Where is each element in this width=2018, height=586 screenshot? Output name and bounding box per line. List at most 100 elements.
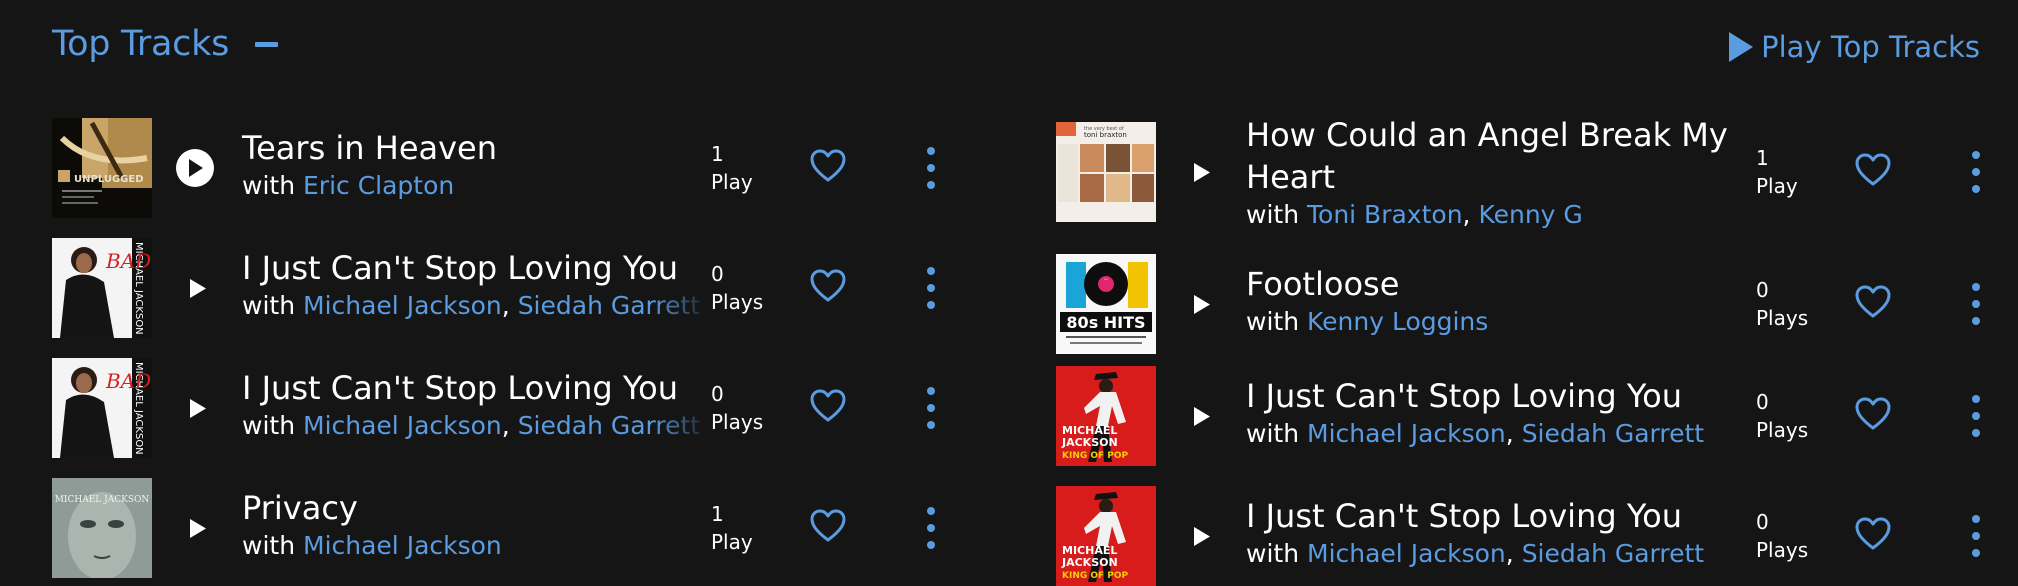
more-options-button[interactable]	[1971, 282, 1981, 330]
artist-link[interactable]: Michael Jackson	[303, 411, 502, 440]
more-options-button[interactable]	[1971, 150, 1981, 198]
like-button[interactable]	[810, 269, 846, 307]
album-art[interactable]: MICHAEL JACKSON KING OF POP	[1056, 366, 1156, 466]
track-title[interactable]: Privacy	[242, 487, 712, 529]
more-vertical-icon	[927, 267, 935, 309]
track-row[interactable]: MICHAEL JACKSON Privacy with Michael Jack…	[52, 478, 1002, 578]
artist-link[interactable]: Michael Jackson	[303, 291, 502, 320]
album-art[interactable]: 101 80s HITS	[1056, 254, 1156, 354]
play-top-tracks-button[interactable]: Play Top Tracks	[1729, 30, 1980, 64]
track-title[interactable]: Footloose	[1246, 263, 1488, 305]
track-info: Tears in Heaven with Eric Clapton	[242, 127, 712, 203]
album-art[interactable]: MICHAEL JACKSON BAD	[52, 358, 152, 458]
more-options-button[interactable]	[926, 146, 936, 194]
track-play-button[interactable]	[190, 519, 206, 542]
with-label: with	[1246, 539, 1300, 568]
play-icon	[176, 149, 214, 187]
track-info: I Just Can't Stop Loving You with Michael…	[242, 247, 712, 323]
more-vertical-icon	[1972, 283, 1980, 325]
track-play-button[interactable]	[1194, 407, 1210, 430]
play-count: 1 Play	[711, 500, 753, 556]
track-title[interactable]: I Just Can't Stop Loving You	[1246, 495, 1704, 537]
artist-separator: ,	[501, 291, 518, 320]
like-button[interactable]	[810, 389, 846, 427]
more-options-button[interactable]	[1971, 514, 1981, 562]
with-label: with	[1246, 200, 1300, 229]
album-art[interactable]: the very best of toni braxton	[1056, 122, 1156, 222]
heart-icon	[1855, 517, 1891, 550]
track-title[interactable]: Tears in Heaven	[242, 127, 712, 169]
play-count-label: Plays	[1756, 306, 1809, 330]
artist-separator: ,	[1505, 419, 1522, 448]
like-button[interactable]	[1855, 153, 1891, 191]
track-title[interactable]: I Just Can't Stop Loving You	[1246, 375, 1704, 417]
with-label: with	[242, 531, 296, 560]
track-play-button[interactable]	[190, 279, 206, 302]
track-artists: with Kenny Loggins	[1246, 305, 1488, 339]
track-title[interactable]: How Could an Angel Break My Heart	[1246, 114, 1746, 198]
track-row[interactable]: MICHAEL JACKSON BAD I Just Can't Stop Lo…	[52, 358, 1002, 458]
play-count-label: Plays	[711, 290, 764, 314]
more-vertical-icon	[927, 387, 935, 429]
artist-link[interactable]: Siedah Garrett	[1522, 419, 1704, 448]
svg-text:MICHAEL JACKSON: MICHAEL JACKSON	[55, 495, 150, 505]
collapse-icon[interactable]	[255, 41, 279, 47]
artist-link[interactable]: Toni Braxton	[1307, 200, 1463, 229]
like-button[interactable]	[1855, 285, 1891, 323]
svg-text:BAD: BAD	[105, 369, 151, 393]
play-count-value: 0	[711, 382, 724, 406]
track-artists: with Michael Jackson, Siedah Garrett	[242, 289, 712, 323]
track-play-button[interactable]	[1194, 163, 1210, 186]
track-info: I Just Can't Stop Loving You with Michael…	[1246, 495, 1704, 571]
album-art[interactable]: MICHAEL JACKSON	[52, 478, 152, 578]
play-count-value: 1	[711, 502, 724, 526]
heart-icon	[810, 509, 846, 542]
artist-link[interactable]: Michael Jackson	[303, 531, 502, 560]
track-title[interactable]: I Just Can't Stop Loving You	[242, 247, 712, 289]
top-tracks-header: Top Tracks	[52, 24, 279, 64]
play-count: 0 Plays	[1756, 508, 1808, 564]
track-row[interactable]: 101 80s HITS Footloose with Kenny Loggins…	[1056, 254, 2006, 354]
track-play-button[interactable]	[1194, 295, 1210, 318]
album-art[interactable]: UNPLUGGED	[52, 118, 152, 218]
track-play-button[interactable]	[190, 399, 206, 422]
play-icon	[190, 399, 206, 418]
track-artists: with Michael Jackson, Siedah Garrett	[1246, 537, 1704, 571]
play-icon	[1729, 32, 1754, 62]
track-row[interactable]: MICHAEL JACKSON BAD I Just Can't Stop Lo…	[52, 238, 1002, 338]
like-button[interactable]	[1855, 517, 1891, 555]
track-row[interactable]: the very best of toni braxton How Could …	[1056, 116, 2006, 229]
track-info: I Just Can't Stop Loving You with Michael…	[1246, 375, 1704, 451]
track-play-button[interactable]	[176, 149, 214, 187]
play-icon	[1194, 163, 1210, 182]
play-count-value: 0	[1756, 390, 1769, 414]
more-options-button[interactable]	[1971, 394, 1981, 442]
like-button[interactable]	[810, 509, 846, 547]
like-button[interactable]	[1855, 397, 1891, 435]
heart-icon	[1855, 153, 1891, 186]
track-artists: with Michael Jackson, Siedah Garrett	[1246, 417, 1704, 451]
track-play-button[interactable]	[1194, 527, 1210, 550]
track-artists: with Michael Jackson, Siedah Garrett	[242, 409, 712, 443]
play-count: 0 Plays	[711, 260, 763, 316]
track-row[interactable]: UNPLUGGED Tears in Heaven with Eric Clapt…	[52, 118, 1002, 218]
like-button[interactable]	[810, 149, 846, 187]
more-options-button[interactable]	[926, 506, 936, 554]
artist-link[interactable]: Siedah Garrett	[1522, 539, 1704, 568]
svg-text:JACKSON: JACKSON	[1061, 556, 1118, 569]
section-title: Top Tracks	[52, 24, 230, 64]
track-row[interactable]: MICHAEL JACKSON KING OF POP I Just Can't…	[1056, 486, 2006, 586]
artist-link[interactable]: Michael Jackson	[1307, 539, 1506, 568]
track-row[interactable]: MICHAEL JACKSON KING OF POP I Just Can't…	[1056, 366, 2006, 466]
track-artists: with Michael Jackson	[242, 529, 712, 563]
artist-link[interactable]: Michael Jackson	[1307, 419, 1506, 448]
play-count: 1 Play	[1756, 144, 1798, 200]
more-options-button[interactable]	[926, 266, 936, 314]
artist-link[interactable]: Eric Clapton	[303, 171, 454, 200]
track-title[interactable]: I Just Can't Stop Loving You	[242, 367, 712, 409]
album-art[interactable]: MICHAEL JACKSON BAD	[52, 238, 152, 338]
more-options-button[interactable]	[926, 386, 936, 434]
artist-link[interactable]: Kenny Loggins	[1307, 307, 1488, 336]
album-art[interactable]: MICHAEL JACKSON KING OF POP	[1056, 486, 1156, 586]
artist-link[interactable]: Kenny G	[1478, 200, 1582, 229]
